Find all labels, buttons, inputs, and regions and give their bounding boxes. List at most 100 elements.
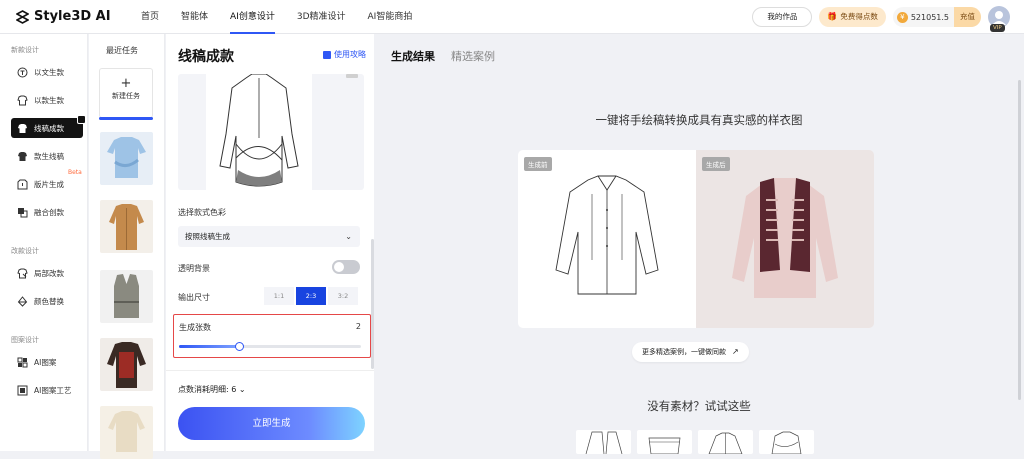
color-select[interactable]: 按照线稿生成 ⌄ <box>178 226 360 247</box>
trench-coat-image <box>109 204 144 250</box>
sample-sketch-image <box>771 431 802 454</box>
before-after-comparison: 生成前 生成后 <box>518 150 874 328</box>
task-thumbnail[interactable] <box>100 200 153 253</box>
sidebar-item-pattern-craft[interactable]: AI图案工艺 <box>11 380 83 400</box>
sample-sketch-item[interactable] <box>576 430 631 454</box>
points-balance: ¥ 521051.5 充值 <box>892 7 981 27</box>
sketch-close-handle[interactable] <box>346 74 358 78</box>
sample-sketch-item[interactable] <box>698 430 753 454</box>
sample-sketches <box>576 430 814 454</box>
panel-divider <box>166 370 374 371</box>
nav-3d-design[interactable]: 3D精准设计 <box>286 0 357 34</box>
my-works-button[interactable]: 我的作品 <box>752 7 813 27</box>
task-thumbnail[interactable] <box>100 132 153 185</box>
main-content: 生成结果 精选案例 一键将手绘稿转换成具有真实感的样衣图 生成前 生成后 更多精… <box>374 34 1024 454</box>
page-title: 线稿成款 <box>178 49 234 65</box>
new-task-button[interactable]: + 新建任务 <box>99 68 153 118</box>
sidebar-item-label: 以文生款 <box>34 67 64 77</box>
sidebar-item-style-to-sketch[interactable]: 款生线稿 <box>11 146 83 166</box>
transparent-bg-label: 透明背景 <box>178 264 210 273</box>
task-thumbnail[interactable] <box>100 338 153 391</box>
vip-badge: VIP <box>990 24 1005 32</box>
color-replace-icon <box>17 295 28 307</box>
merge-icon <box>18 207 28 217</box>
nav-ai-creative-design[interactable]: AI创意设计 <box>219 0 286 34</box>
transparent-bg-toggle[interactable] <box>332 260 360 274</box>
sidebar-item-label: 局部改款 <box>34 268 64 278</box>
generation-count-slider[interactable] <box>179 342 361 351</box>
recent-tasks-title: 最近任务 <box>106 46 138 55</box>
header-actions: 我的作品 🎁 免费得点数 ¥ 521051.5 充值 VIP <box>752 6 1010 32</box>
generate-button[interactable]: 立即生成 <box>178 407 365 440</box>
ai-pattern-icon <box>17 357 28 367</box>
more-cases-button[interactable]: 更多精选案例，一键做同款 ↗ <box>632 342 749 362</box>
output-size-options: 1:1 2:3 3:2 <box>264 287 358 305</box>
sample-sketch-item[interactable] <box>759 430 814 454</box>
chevron-down-icon: ⌄ <box>238 385 246 394</box>
sketch-upload-preview[interactable] <box>178 74 364 190</box>
sidebar-item-text-to-style[interactable]: 以文生款 <box>11 62 83 82</box>
sketch-shirt-image <box>219 74 299 187</box>
recharge-button[interactable]: 充值 <box>954 7 981 27</box>
task-thumbnail[interactable] <box>100 270 153 323</box>
sidebar-item-style-to-style[interactable]: 以款生款 <box>11 90 83 110</box>
sidebar-group-pattern: 图案设计 <box>11 336 39 344</box>
sample-sketch-image <box>648 437 681 454</box>
generation-count-value: 2 <box>355 322 361 331</box>
main-scrollbar[interactable] <box>1018 80 1021 400</box>
sidebar-item-sketch-to-style[interactable]: 线稿成款 <box>11 115 86 138</box>
sample-sketch-image <box>708 432 743 454</box>
sidebar-item-partial-edit[interactable]: 局部改款 <box>11 263 83 283</box>
brand-name: Style3D AI <box>34 9 111 24</box>
sidebar-group-new: 新款设计 <box>11 46 39 54</box>
nav-home[interactable]: 首页 <box>130 0 170 34</box>
avatar[interactable]: VIP <box>988 6 1010 32</box>
sidebar-item-ai-pattern[interactable]: AI图案 <box>11 352 83 372</box>
cream-jacket-image <box>108 411 145 452</box>
new-task-label: 新建任务 <box>112 92 140 100</box>
sidebar-item-label: 款生线稿 <box>34 151 64 161</box>
sidebar-item-label: 线稿成款 <box>34 123 64 133</box>
shirt-to-sketch-icon <box>18 151 27 161</box>
slider-fill <box>179 345 240 348</box>
try-samples-title: 没有素材？试试这些 <box>647 399 751 413</box>
after-panel: 生成后 <box>696 150 874 328</box>
color-label: 选择款式色彩 <box>178 208 226 217</box>
after-shirt-image <box>732 178 838 298</box>
generation-count-section: 生成张数 2 <box>173 314 371 358</box>
before-panel: 生成前 <box>518 150 696 328</box>
shirt-copy-icon <box>17 95 28 105</box>
points-value: 521051.5 <box>910 12 949 22</box>
tab-featured-cases[interactable]: 精选案例 <box>451 48 495 64</box>
task-thumbnail[interactable] <box>100 406 153 459</box>
before-tag: 生成前 <box>524 157 552 171</box>
vest-image <box>114 274 139 318</box>
size-option-3-2[interactable]: 3:2 <box>328 287 358 305</box>
sample-sketch-item[interactable] <box>637 430 692 454</box>
sidebar-item-pattern-piece[interactable]: 版片生成 Beta <box>11 169 83 194</box>
sidebar-item-merge[interactable]: 融合创款 <box>11 202 83 222</box>
sweater-image <box>107 342 146 388</box>
pattern-craft-icon <box>17 385 28 395</box>
nav-agent[interactable]: 智能体 <box>170 0 219 34</box>
pattern-piece-icon <box>17 179 28 189</box>
sidebar-item-label: 融合创款 <box>34 207 64 217</box>
sidebar-item-label: 颜色替换 <box>34 296 64 306</box>
free-points-button[interactable]: 🎁 免费得点数 <box>819 7 886 27</box>
text-shirt-icon <box>17 67 28 77</box>
usage-guide-link[interactable]: 使用攻略 <box>323 49 366 60</box>
main-nav: 首页 智能体 AI创意设计 3D精准设计 AI智能商拍 <box>130 0 423 34</box>
size-option-1-1[interactable]: 1:1 <box>264 287 294 305</box>
size-option-2-3[interactable]: 2:3 <box>296 287 326 305</box>
sidebar-item-color-replace[interactable]: 颜色替换 <box>11 291 83 311</box>
slider-handle[interactable] <box>234 342 244 351</box>
tab-results[interactable]: 生成结果 <box>391 48 435 64</box>
after-tag: 生成后 <box>702 157 730 171</box>
book-icon <box>323 50 331 59</box>
sidebar-group-edit: 改款设计 <box>11 247 39 255</box>
plus-icon: + <box>120 76 132 91</box>
nav-ai-photo[interactable]: AI智能商拍 <box>357 0 424 34</box>
gift-icon: 🎁 <box>827 12 838 21</box>
cost-details[interactable]: 点数消耗明细: 6 ⌄ <box>178 384 246 395</box>
brand-logo[interactable]: Style3D AI <box>16 9 111 24</box>
